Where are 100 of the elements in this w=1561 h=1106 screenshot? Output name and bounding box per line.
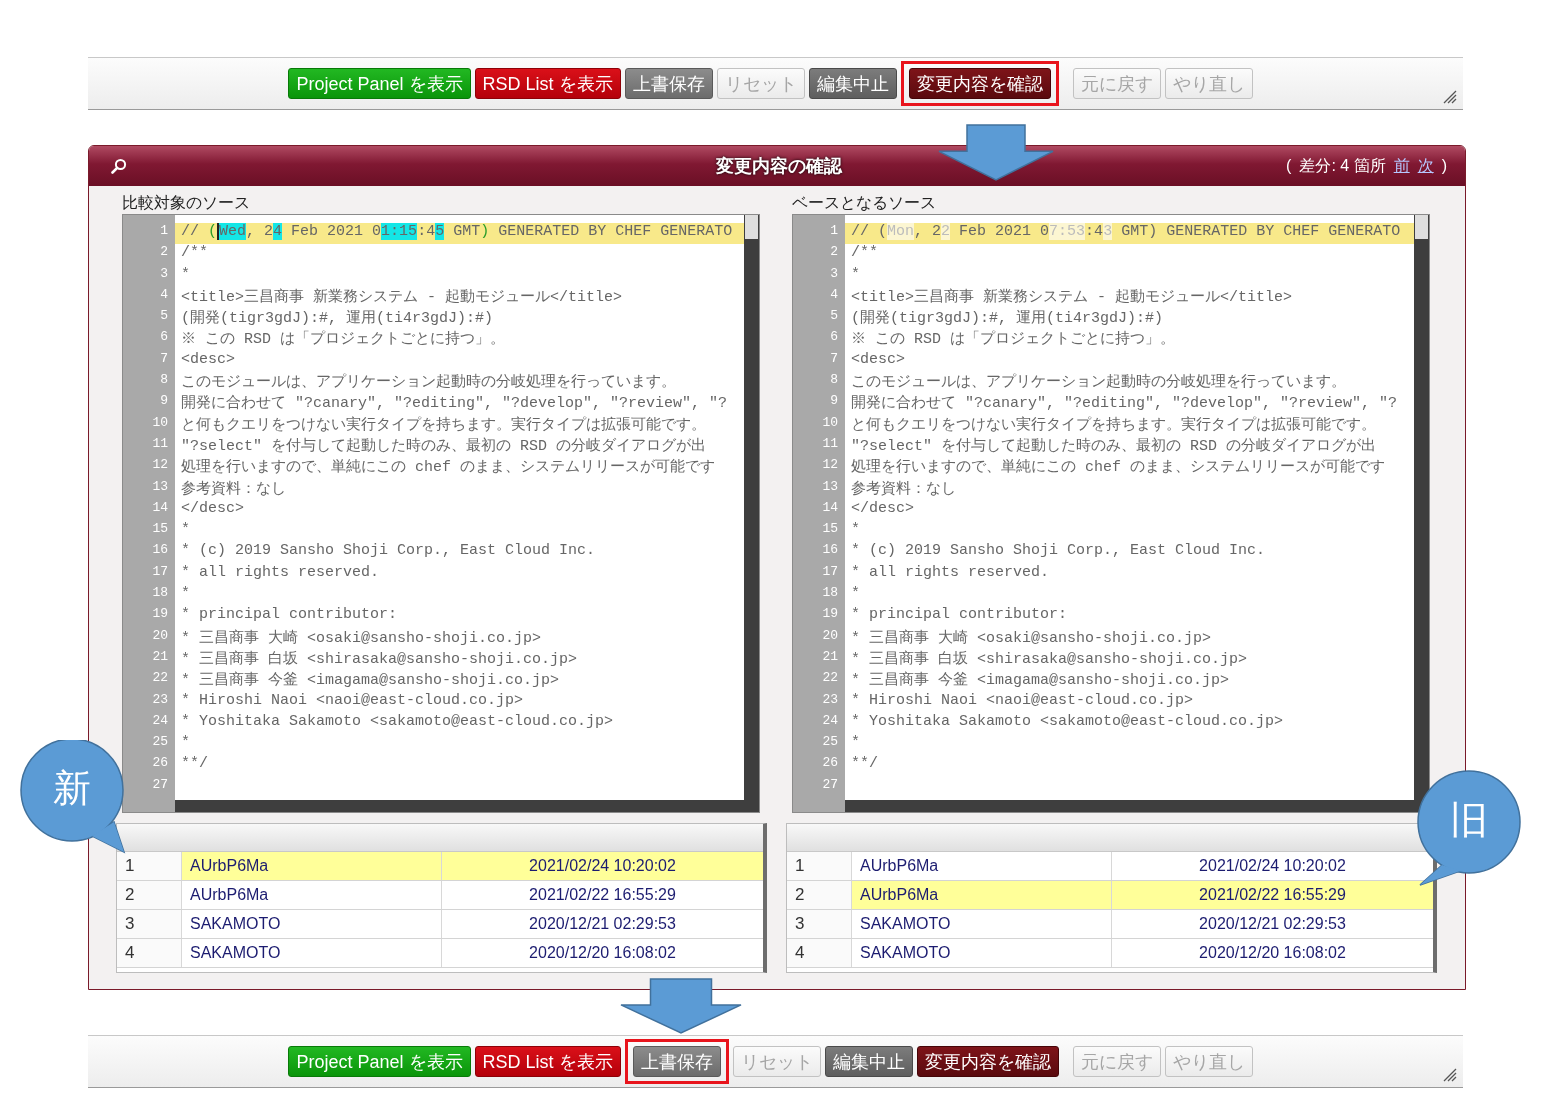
scrollbar[interactable] bbox=[845, 800, 1414, 812]
line-number: 7 bbox=[829, 350, 839, 368]
resize-grip-icon[interactable] bbox=[1443, 1068, 1457, 1082]
next-link[interactable]: 次 bbox=[1417, 154, 1434, 178]
line-number: 12 bbox=[821, 457, 839, 475]
scrollbar-thumb[interactable] bbox=[1415, 215, 1428, 239]
scrollbar[interactable] bbox=[744, 215, 759, 812]
code-line: * bbox=[850, 521, 861, 541]
date-cell-text: 2020/12/20 16:08:02 bbox=[528, 943, 677, 963]
line-number: 27 bbox=[151, 776, 169, 794]
history-row[interactable]: 2 AUrbP6Ma 2021/02/22 16:55:29 bbox=[787, 881, 1433, 910]
line-number: 5 bbox=[159, 308, 169, 326]
code-line: * bbox=[850, 585, 861, 605]
code-line: * bbox=[180, 734, 191, 754]
callout-text: 旧 bbox=[1450, 801, 1488, 839]
code-line: * bbox=[850, 734, 861, 754]
code-line: <title>三昌商事 新業務システム - 起動モジュール</title> bbox=[850, 287, 1294, 308]
code-line: <desc> bbox=[180, 350, 236, 370]
toolbar-button[interactable]: 編集中止 bbox=[808, 68, 897, 99]
line-number: 18 bbox=[821, 585, 839, 603]
code-line: * (c) 2019 Sansho Shoji Corp., East Cloud Inc. bbox=[850, 542, 1267, 562]
history-row[interactable]: 4 SAKAMOTO 2020/12/20 16:08:02 bbox=[117, 939, 763, 968]
history-row[interactable]: 1 AUrbP6Ma 2021/02/24 10:20:02 bbox=[117, 852, 763, 881]
line-number: 19 bbox=[151, 606, 169, 624]
code-line: **/ bbox=[850, 755, 879, 775]
line-number: 9 bbox=[829, 393, 839, 411]
resize-grip-icon[interactable] bbox=[1443, 90, 1457, 104]
line-number: 17 bbox=[821, 563, 839, 581]
line-number: 13 bbox=[821, 478, 839, 496]
previous-link[interactable]: 前 bbox=[1393, 154, 1410, 178]
code-line: ※ この RSD は「プロジェクトごとに持つ」。 bbox=[180, 329, 506, 351]
line-number: 18 bbox=[151, 585, 169, 603]
parenthesis: ) bbox=[1441, 156, 1447, 176]
toolbar-button[interactable]: 変更内容を確認 bbox=[916, 1046, 1059, 1077]
line-number: 10 bbox=[821, 414, 839, 432]
scrollbar[interactable] bbox=[1414, 215, 1429, 812]
line-number: 23 bbox=[821, 691, 839, 709]
line-number: 10 bbox=[151, 414, 169, 432]
line-number: 15 bbox=[151, 521, 169, 539]
code-line: * 三昌商事 大崎 <osaki@sansho-shoji.co.jp> bbox=[850, 628, 1213, 649]
code-line: と何もクエリをつけない実行タイプを持ちます。実行タイプは拡張可能です。 bbox=[180, 415, 707, 436]
code-line: * 三昌商事 今釜 <imagama@sansho-shoji.co.jp> bbox=[180, 670, 561, 692]
toolbar-button[interactable]: 編集中止 bbox=[824, 1046, 913, 1077]
code-line: このモジュールは、アプリケーション起動時の分岐処理を行っています。 bbox=[850, 372, 1347, 394]
history-row[interactable]: 3 SAKAMOTO 2020/12/21 02:29:53 bbox=[787, 910, 1433, 939]
code-line: <desc> bbox=[850, 350, 906, 370]
line-number: 11 bbox=[151, 435, 169, 453]
toolbar-button[interactable]: RSD List を表示 bbox=[474, 68, 621, 99]
user-cell: AUrbP6Ma bbox=[182, 852, 442, 880]
dialog-title: 変更内容の確認 bbox=[716, 154, 842, 178]
toolbar-button[interactable]: 変更内容を確認 bbox=[908, 68, 1051, 99]
code-line: * 三昌商事 大崎 <osaki@sansho-shoji.co.jp> bbox=[180, 628, 543, 649]
code-line: /** bbox=[180, 244, 209, 264]
search-icon[interactable] bbox=[111, 158, 127, 174]
toolbar-button[interactable]: Project Panel を表示 bbox=[288, 68, 471, 99]
line-number: 7 bbox=[159, 350, 169, 368]
code-line: ※ この RSD は「プロジェクトごとに持つ」。 bbox=[850, 329, 1176, 351]
line-number: 27 bbox=[821, 776, 839, 794]
scrollbar[interactable] bbox=[175, 800, 744, 812]
pane-label: ベースとなるソース bbox=[792, 194, 937, 213]
line-number: 4 bbox=[829, 286, 839, 304]
line-number: 17 bbox=[151, 563, 169, 581]
line-number: 11 bbox=[821, 435, 839, 453]
row-number: 2 bbox=[117, 881, 182, 909]
user-cell: SAKAMOTO bbox=[852, 939, 1112, 967]
code-line: 開発に合わせて "?canary", "?editing", "?develop", "?review", "? bbox=[850, 394, 1399, 415]
line-number: 26 bbox=[151, 755, 169, 773]
line-number: 3 bbox=[159, 265, 169, 283]
code-line: * 三昌商事 白坂 <shirasaka@sansho-shoji.co.jp> bbox=[850, 649, 1249, 670]
toolbar-button[interactable]: 上書保存 bbox=[624, 68, 713, 99]
history-row[interactable]: 2 AUrbP6Ma 2021/02/22 16:55:29 bbox=[117, 881, 763, 910]
line-number: 22 bbox=[821, 670, 839, 688]
line-number: 16 bbox=[151, 542, 169, 560]
line-number: 13 bbox=[151, 478, 169, 496]
date-cell-text: 2021/02/22 16:55:29 bbox=[528, 885, 677, 905]
code-line: </desc> bbox=[180, 499, 245, 519]
code-line: * (c) 2019 Sansho Shoji Corp., East Cloud Inc. bbox=[180, 542, 597, 562]
toolbar-button[interactable]: 上書保存 bbox=[632, 1046, 721, 1077]
line-number: 5 bbox=[829, 308, 839, 326]
code-line: 処理を行いますので、単純にこの chef のまま、システムリリースが可能です bbox=[180, 458, 716, 479]
code-line: (開発(tigr3gdJ):#, 運用(ti4r3gdJ):#) bbox=[180, 309, 495, 330]
line-number: 20 bbox=[151, 627, 169, 645]
code-line: * principal contributor: bbox=[180, 606, 399, 626]
toolbar-button[interactable]: Project Panel を表示 bbox=[288, 1046, 471, 1077]
code-line: /** bbox=[850, 244, 879, 264]
line-number: 24 bbox=[821, 712, 839, 730]
line-number: 26 bbox=[821, 755, 839, 773]
code-line: * bbox=[850, 265, 861, 285]
toolbar-button[interactable]: RSD List を表示 bbox=[474, 1046, 621, 1077]
code-line: このモジュールは、アプリケーション起動時の分岐処理を行っています。 bbox=[180, 372, 677, 394]
code-line: * Yoshitaka Sakamoto <sakamoto@east-cloud.co.jp> bbox=[180, 712, 615, 732]
scrollbar-thumb[interactable] bbox=[745, 215, 758, 239]
code-line: * Hiroshi Naoi <naoi@east-cloud.co.jp> bbox=[180, 691, 525, 711]
row-number: 1 bbox=[787, 852, 852, 880]
line-number: 2 bbox=[829, 244, 839, 262]
line-number: 24 bbox=[151, 712, 169, 730]
line-number: 23 bbox=[151, 691, 169, 709]
line-number: 1 bbox=[829, 223, 839, 240]
history-row[interactable]: 4 SAKAMOTO 2020/12/20 16:08:02 bbox=[787, 939, 1433, 968]
history-row[interactable]: 3 SAKAMOTO 2020/12/21 02:29:53 bbox=[117, 910, 763, 939]
